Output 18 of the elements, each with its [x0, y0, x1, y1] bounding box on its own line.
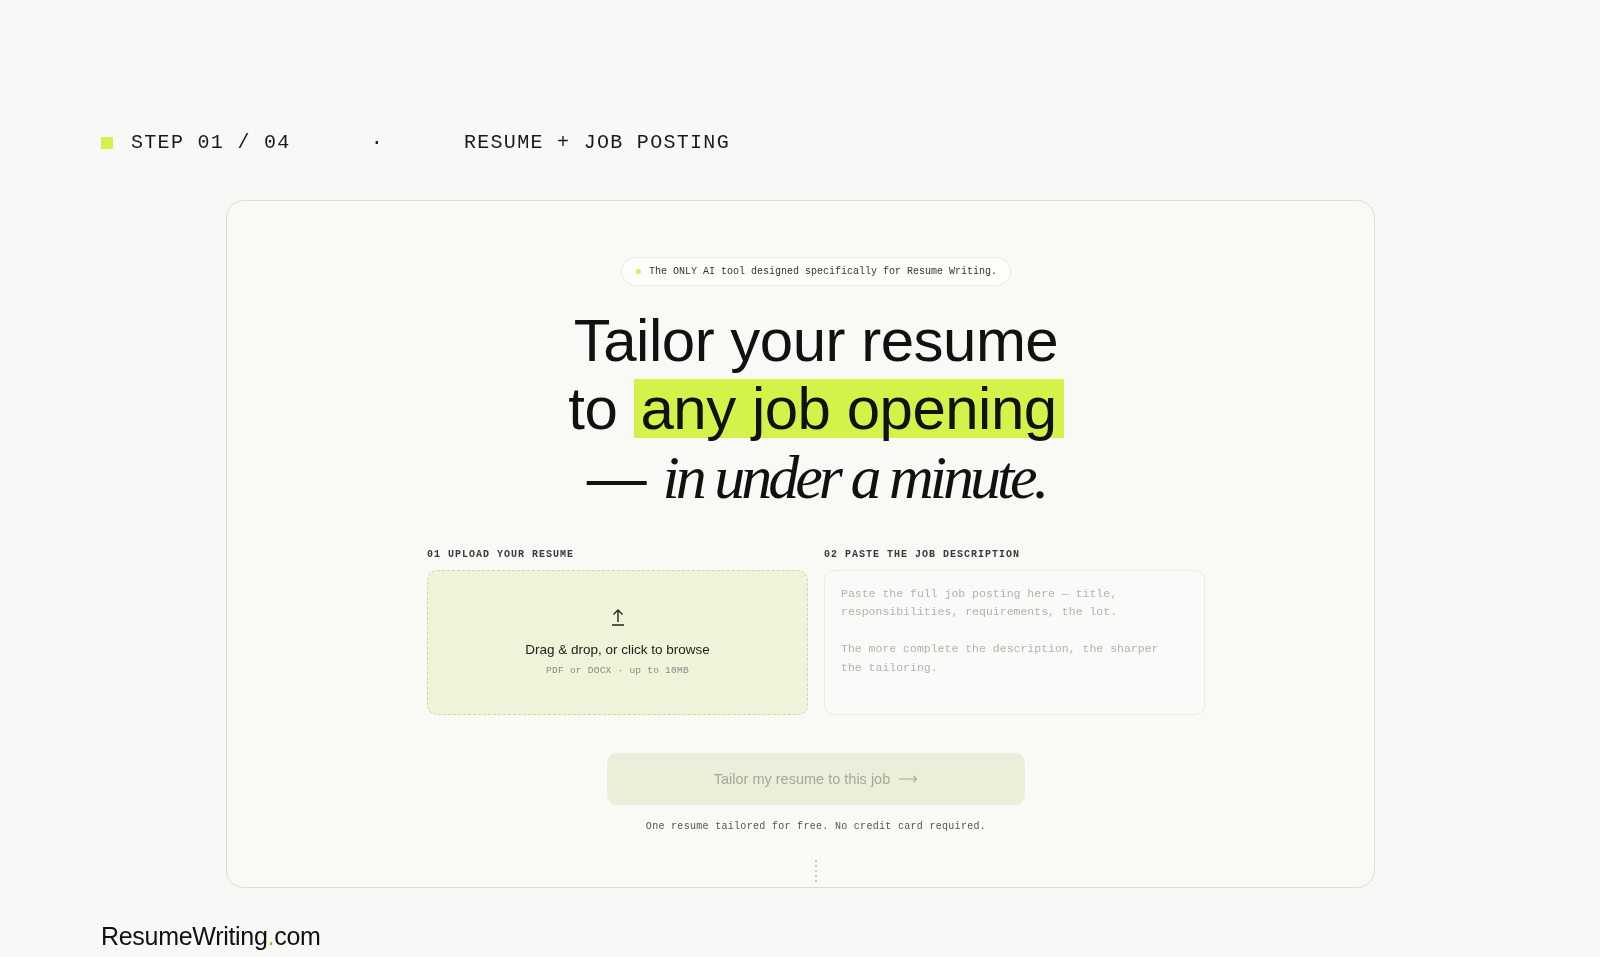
brand-name: ResumeWriting.com	[101, 922, 321, 950]
status-dot-icon	[635, 269, 641, 274]
square-marker-icon	[101, 137, 113, 149]
headline: Tailor your resume to any job opening — in under a minute.	[568, 307, 1064, 511]
free-trial-note: One resume tailored for free. No credit card required.	[645, 820, 987, 834]
job-description-field[interactable]: Paste the full job posting here — title, responsibilities, requirements, the lot. The more complete the description, the sharper the tailoring.	[824, 570, 1205, 715]
tagline-text: The ONLY AI tool designed specifically for Resume Writing.	[648, 266, 998, 277]
upload-prompt: Drag & drop, or click to browse	[525, 642, 710, 658]
upload-dropzone[interactable]: Drag & drop, or click to browse PDF or DOCX · up to 10MB	[427, 570, 808, 715]
step-counter: STEP 01 / 04	[131, 131, 291, 155]
dotted-line-icon	[815, 860, 817, 884]
upload-label: 01 UPLOAD YOUR RESUME	[427, 548, 576, 562]
arrow-right-icon	[899, 775, 919, 783]
separator-dot: ·	[370, 131, 384, 155]
file-type-hint: PDF or DOCX · up to 10MB	[546, 665, 689, 677]
upload-icon	[610, 608, 625, 626]
job-description-label: 02 PASTE THE JOB DESCRIPTION	[824, 548, 1022, 562]
step-title: RESUME + JOB POSTING	[463, 131, 730, 155]
